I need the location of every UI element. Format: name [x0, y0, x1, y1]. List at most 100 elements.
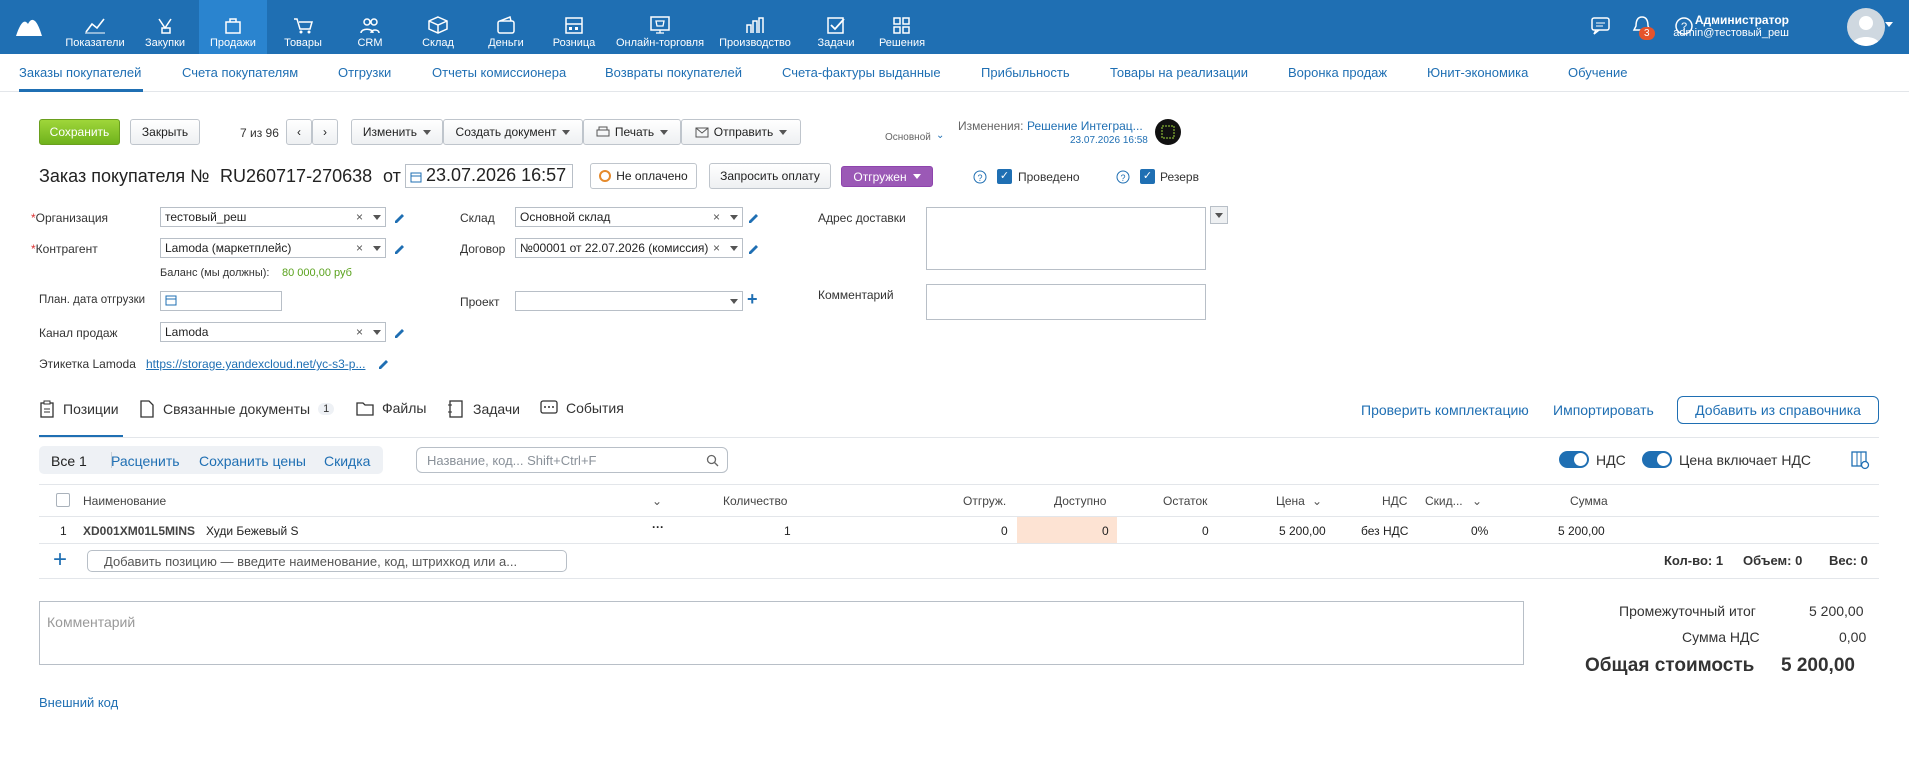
row-price[interactable]: 5 200,00: [1279, 524, 1326, 538]
clear-icon[interactable]: ×: [356, 325, 363, 339]
edit-pencil-icon[interactable]: [377, 357, 389, 369]
subnav-learning[interactable]: Обучение: [1568, 65, 1627, 80]
caret-down-icon[interactable]: [730, 246, 738, 251]
clear-icon[interactable]: ×: [356, 210, 363, 224]
status-dropdown[interactable]: Отгружен: [841, 166, 933, 187]
add-position-icon[interactable]: +: [53, 546, 67, 574]
select-all-checkbox[interactable]: [56, 493, 70, 507]
col-shipped[interactable]: Отгруж.: [963, 494, 1006, 508]
template-chevron-icon[interactable]: ⌄: [936, 130, 944, 141]
tab-files[interactable]: Файлы: [356, 400, 426, 416]
warehouse-field[interactable]: Основной склад ×: [515, 207, 743, 227]
add-from-catalog-button[interactable]: Добавить из справочника: [1677, 396, 1879, 424]
col-name[interactable]: Наименование: [83, 494, 166, 508]
column-settings-icon[interactable]: [1850, 450, 1870, 470]
edit-pencil-icon[interactable]: [747, 242, 759, 254]
edit-pencil-icon[interactable]: [747, 211, 759, 223]
col-vat[interactable]: НДС: [1382, 494, 1407, 508]
clear-icon[interactable]: ×: [713, 241, 720, 255]
print-dropdown[interactable]: Печать: [583, 119, 681, 145]
tab-events[interactable]: События: [540, 400, 624, 416]
project-field[interactable]: [515, 291, 743, 311]
subnav-invoices[interactable]: Счета покупателям: [182, 65, 298, 80]
nav-warehouse[interactable]: Склад: [408, 0, 468, 54]
check-completeness-link[interactable]: Проверить комплектацию: [1361, 402, 1529, 418]
col-rest[interactable]: Остаток: [1163, 494, 1207, 508]
nav-online-trade[interactable]: Онлайн-торговля: [612, 0, 708, 54]
subnav-profitability[interactable]: Прибыльность: [981, 65, 1070, 80]
close-button[interactable]: Закрыть: [130, 119, 200, 145]
nav-goods[interactable]: Товары: [273, 0, 333, 54]
subnav-shipments[interactable]: Отгрузки: [338, 65, 391, 80]
external-code-link[interactable]: Внешний код: [39, 695, 118, 710]
clear-icon[interactable]: ×: [713, 210, 720, 224]
nav-crm[interactable]: CRM: [340, 0, 400, 54]
channel-field[interactable]: Lamoda ×: [160, 322, 386, 342]
nav-retail[interactable]: Розница: [544, 0, 604, 54]
add-position-input[interactable]: Добавить позицию — введите наименование,…: [87, 550, 567, 572]
tab-positions[interactable]: Позиции: [39, 400, 119, 418]
help-icon[interactable]: ?: [973, 170, 987, 184]
nav-money[interactable]: Деньги: [476, 0, 536, 54]
discount-col-chevron-icon[interactable]: ⌄: [1472, 494, 1482, 508]
org-field[interactable]: тестовый_реш ×: [160, 207, 386, 227]
create-document-dropdown[interactable]: Создать документ: [443, 119, 583, 145]
price-link[interactable]: Расценить: [111, 453, 180, 469]
ship-date-field[interactable]: [160, 291, 282, 311]
tab-linked-documents[interactable]: Связанные документы 1: [139, 400, 335, 418]
posted-checkbox[interactable]: ✓: [997, 169, 1012, 184]
changes-link[interactable]: Решение Интеграц...: [1027, 119, 1143, 133]
row-discount[interactable]: 0%: [1471, 524, 1488, 538]
doc-number[interactable]: RU260717-270638: [220, 166, 372, 187]
payment-status[interactable]: Не оплачено: [590, 163, 697, 189]
edit-pencil-icon[interactable]: [393, 211, 405, 223]
help-icon[interactable]: ?: [1116, 170, 1130, 184]
nav-solutions[interactable]: Решения: [872, 0, 932, 54]
caret-down-icon[interactable]: [373, 330, 381, 335]
caret-down-icon[interactable]: [730, 215, 738, 220]
contract-field[interactable]: №00001 от 22.07.2026 (комиссия) ×: [515, 238, 743, 258]
tab-tasks[interactable]: Задачи: [447, 400, 520, 418]
subnav-commission-reports[interactable]: Отчеты комиссионера: [432, 65, 566, 80]
send-dropdown[interactable]: Отправить: [681, 119, 801, 145]
nav-tasks[interactable]: Задачи: [806, 0, 866, 54]
subnav-unit-economics[interactable]: Юнит-экономика: [1427, 65, 1528, 80]
col-sum[interactable]: Сумма: [1570, 494, 1608, 508]
save-button[interactable]: Сохранить: [39, 119, 120, 145]
name-col-chevron-icon[interactable]: ⌄: [652, 494, 662, 508]
edit-pencil-icon[interactable]: [393, 242, 405, 254]
logo-icon[interactable]: [14, 14, 44, 38]
integration-avatar[interactable]: [1155, 119, 1181, 145]
row-more-icon[interactable]: ···: [652, 520, 664, 534]
prev-record-button[interactable]: ‹: [286, 119, 312, 145]
search-icon[interactable]: [706, 454, 719, 467]
nav-indicators[interactable]: Показатели: [60, 0, 130, 54]
col-discount[interactable]: Скид...: [1425, 494, 1463, 508]
row-quantity[interactable]: 1: [784, 524, 791, 538]
order-comment-field[interactable]: Комментарий: [39, 601, 1524, 665]
price-col-chevron-icon[interactable]: ⌄: [1312, 494, 1322, 508]
chat-icon[interactable]: [1590, 16, 1612, 36]
import-link[interactable]: Импортировать: [1553, 402, 1654, 418]
discount-link[interactable]: Скидка: [324, 453, 370, 469]
next-record-button[interactable]: ›: [312, 119, 338, 145]
add-project-icon[interactable]: +: [747, 289, 758, 310]
request-payment-button[interactable]: Запросить оплату: [709, 163, 831, 189]
address-field[interactable]: [926, 207, 1206, 270]
avatar[interactable]: [1847, 8, 1885, 46]
positions-search-input[interactable]: Название, код... Shift+Ctrl+F: [416, 447, 728, 473]
caret-down-icon[interactable]: [730, 299, 738, 304]
filter-all[interactable]: Все 1: [51, 453, 87, 469]
col-available[interactable]: Доступно: [1054, 494, 1106, 508]
user-menu-chevron-icon[interactable]: [1885, 22, 1893, 27]
address-expand-button[interactable]: [1210, 206, 1228, 224]
caret-down-icon[interactable]: [373, 215, 381, 220]
subnav-consignment-goods[interactable]: Товары на реализации: [1110, 65, 1248, 80]
col-quantity[interactable]: Количество: [723, 494, 787, 508]
subnav-sales-funnel[interactable]: Воронка продаж: [1288, 65, 1387, 80]
counterparty-field[interactable]: Lamoda (маркетплейс) ×: [160, 238, 386, 258]
reserve-checkbox[interactable]: ✓: [1140, 169, 1155, 184]
nav-production[interactable]: Производство: [716, 0, 794, 54]
change-dropdown[interactable]: Изменить: [351, 119, 443, 145]
user-menu[interactable]: Администратор admin@тестовый_реш: [1673, 14, 1789, 40]
